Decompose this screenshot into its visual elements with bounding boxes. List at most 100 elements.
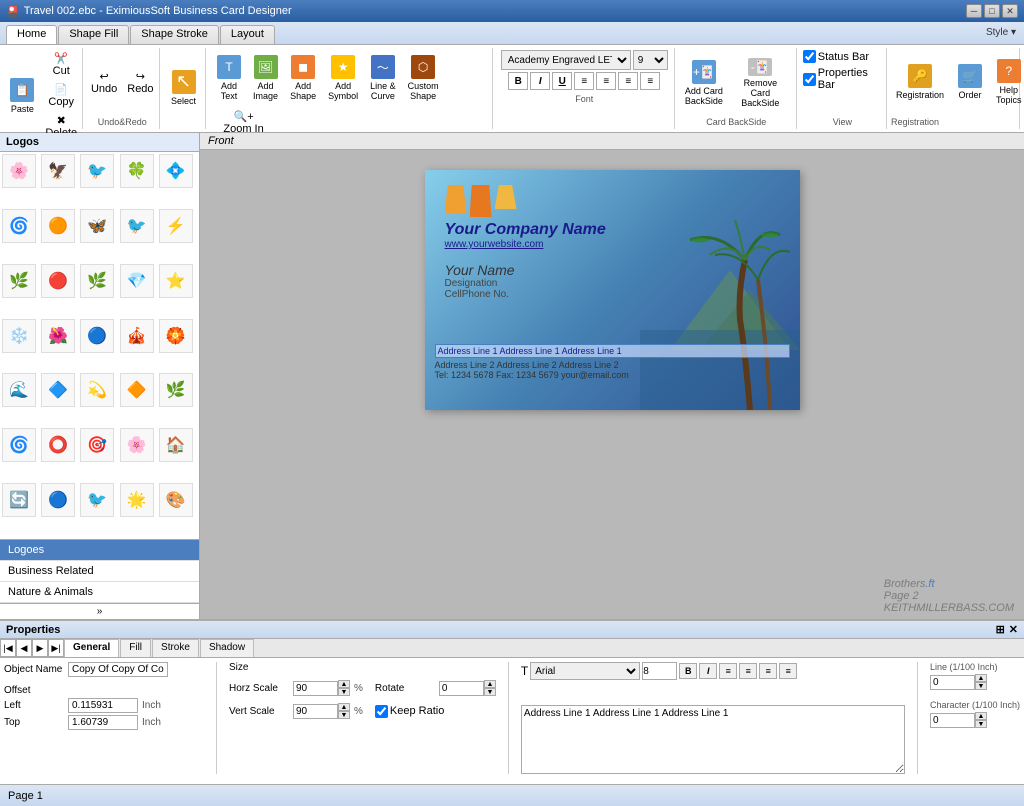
list-item[interactable]: 🍀: [120, 154, 154, 188]
left-offset-input[interactable]: [68, 698, 138, 713]
add-symbol-button[interactable]: ★ AddSymbol: [323, 50, 363, 106]
paste-button[interactable]: 📋 Paste: [5, 68, 39, 124]
list-item[interactable]: 🦅: [41, 154, 75, 188]
vert-scale-down[interactable]: ▼: [338, 711, 350, 719]
add-text-button[interactable]: T AddText: [212, 50, 246, 106]
person-name[interactable]: Your Name: [445, 262, 780, 278]
rotate-up[interactable]: ▲: [484, 680, 496, 688]
expand-arrow[interactable]: »: [0, 603, 199, 619]
list-item[interactable]: ⚡: [159, 209, 193, 243]
redo-button[interactable]: ↪ Redo: [123, 68, 157, 97]
status-bar-checkbox-label[interactable]: Status Bar: [803, 50, 882, 63]
keep-ratio-label[interactable]: Keep Ratio: [375, 705, 444, 718]
list-item[interactable]: 🌀: [2, 428, 36, 462]
close-button[interactable]: ✕: [1002, 4, 1018, 18]
underline-button[interactable]: U: [552, 72, 572, 90]
add-card-backside-button[interactable]: +🃏 Add CardBackSide: [681, 55, 727, 111]
list-item[interactable]: 💫: [80, 373, 114, 407]
prop-nav-last[interactable]: ▶|: [48, 639, 64, 657]
properties-bar-checkbox[interactable]: [803, 73, 816, 86]
list-item[interactable]: 💎: [120, 264, 154, 298]
char-value-input[interactable]: [930, 713, 975, 728]
horz-scale-down[interactable]: ▼: [338, 688, 350, 696]
prop-close-button[interactable]: ✕: [1009, 623, 1018, 636]
properties-bar-checkbox-label[interactable]: Properties Bar: [803, 67, 882, 91]
tab-layout[interactable]: Layout: [220, 25, 275, 44]
category-business[interactable]: Business Related: [0, 561, 199, 582]
text-align-justify[interactable]: ≡: [779, 663, 797, 679]
undo-button[interactable]: ↩ Undo: [87, 68, 121, 97]
cut-button[interactable]: ✂️ Cut: [41, 50, 81, 79]
select-button[interactable]: ↖ Select: [166, 60, 201, 116]
person-phone[interactable]: CellPhone No.: [445, 289, 780, 300]
vert-scale-up[interactable]: ▲: [338, 703, 350, 711]
line-curve-button[interactable]: 〜 Line &Curve: [365, 50, 401, 106]
text-align-left[interactable]: ≡: [719, 663, 737, 679]
prop-nav-next[interactable]: ▶: [32, 639, 48, 657]
list-item[interactable]: 🌸: [2, 154, 36, 188]
bold-button[interactable]: B: [508, 72, 528, 90]
text-font-size-input[interactable]: [642, 662, 677, 680]
tab-home[interactable]: Home: [6, 25, 57, 44]
line-up[interactable]: ▲: [975, 674, 987, 682]
add-image-button[interactable]: 🖼 AddImage: [248, 50, 283, 106]
list-item[interactable]: 🌿: [80, 264, 114, 298]
list-item[interactable]: 🔷: [41, 373, 75, 407]
justify-button[interactable]: ≡: [640, 72, 660, 90]
address-tel[interactable]: Tel: 1234 5678 Fax: 1234 5679 your@email…: [435, 370, 790, 380]
list-item[interactable]: 🔄: [2, 483, 36, 517]
rotate-down[interactable]: ▼: [484, 688, 496, 696]
horz-scale-up[interactable]: ▲: [338, 680, 350, 688]
list-item[interactable]: 🔵: [80, 319, 114, 353]
prop-float-button[interactable]: ⊞: [996, 623, 1005, 636]
list-item[interactable]: 🌿: [159, 373, 193, 407]
list-item[interactable]: 🎨: [159, 483, 193, 517]
business-card[interactable]: Your Company Name www.yourwebsite.com Yo…: [425, 170, 800, 410]
registration-button[interactable]: 🔑 Registration: [891, 54, 949, 110]
list-item[interactable]: 🌿: [2, 264, 36, 298]
list-item[interactable]: ❄️: [2, 319, 36, 353]
company-name[interactable]: Your Company Name: [445, 221, 780, 239]
list-item[interactable]: 💠: [159, 154, 193, 188]
list-item[interactable]: 🔶: [120, 373, 154, 407]
help-topics-button[interactable]: ? HelpTopics: [991, 54, 1024, 110]
vert-scale-input[interactable]: [293, 704, 338, 719]
person-designation[interactable]: Designation: [445, 278, 780, 289]
list-item[interactable]: 🏵️: [159, 319, 193, 353]
char-down[interactable]: ▼: [975, 720, 987, 728]
keep-ratio-checkbox[interactable]: [375, 705, 388, 718]
char-up[interactable]: ▲: [975, 712, 987, 720]
list-item[interactable]: 🌸: [120, 428, 154, 462]
text-italic-button[interactable]: I: [699, 663, 717, 679]
address-line-1[interactable]: Address Line 1 Address Line 1 Address Li…: [435, 344, 790, 358]
custom-shape-button[interactable]: ⬡ CustomShape: [403, 50, 444, 106]
status-bar-checkbox[interactable]: [803, 50, 816, 63]
list-item[interactable]: 🎯: [80, 428, 114, 462]
minimize-button[interactable]: ─: [966, 4, 982, 18]
tab-shadow[interactable]: Shadow: [200, 639, 254, 657]
category-logoes[interactable]: Logoes: [0, 540, 199, 561]
company-website[interactable]: www.yourwebsite.com: [445, 239, 780, 250]
list-item[interactable]: 🌟: [120, 483, 154, 517]
tab-shape-stroke[interactable]: Shape Stroke: [130, 25, 219, 44]
object-name-input[interactable]: [68, 662, 168, 677]
font-name-select[interactable]: Academy Engraved LET: [501, 50, 631, 70]
text-align-right[interactable]: ≡: [759, 663, 777, 679]
list-item[interactable]: 🌀: [2, 209, 36, 243]
list-item[interactable]: 🔵: [41, 483, 75, 517]
add-shape-button[interactable]: ◼ AddShape: [285, 50, 321, 106]
align-center-button[interactable]: ≡: [596, 72, 616, 90]
order-button[interactable]: 🛒 Order: [953, 54, 987, 110]
tab-fill[interactable]: Fill: [120, 639, 151, 657]
address-line-2[interactable]: Address Line 2 Address Line 2 Address Li…: [435, 360, 790, 370]
list-item[interactable]: 🔴: [41, 264, 75, 298]
text-font-select[interactable]: Arial: [530, 662, 640, 680]
list-item[interactable]: 🏠: [159, 428, 193, 462]
text-bold-button[interactable]: B: [679, 663, 697, 679]
top-offset-input[interactable]: [68, 715, 138, 730]
prop-nav-prev[interactable]: ◀: [16, 639, 32, 657]
italic-button[interactable]: I: [530, 72, 550, 90]
list-item[interactable]: ⭐: [159, 264, 193, 298]
text-align-center[interactable]: ≡: [739, 663, 757, 679]
list-item[interactable]: 🦋: [80, 209, 114, 243]
